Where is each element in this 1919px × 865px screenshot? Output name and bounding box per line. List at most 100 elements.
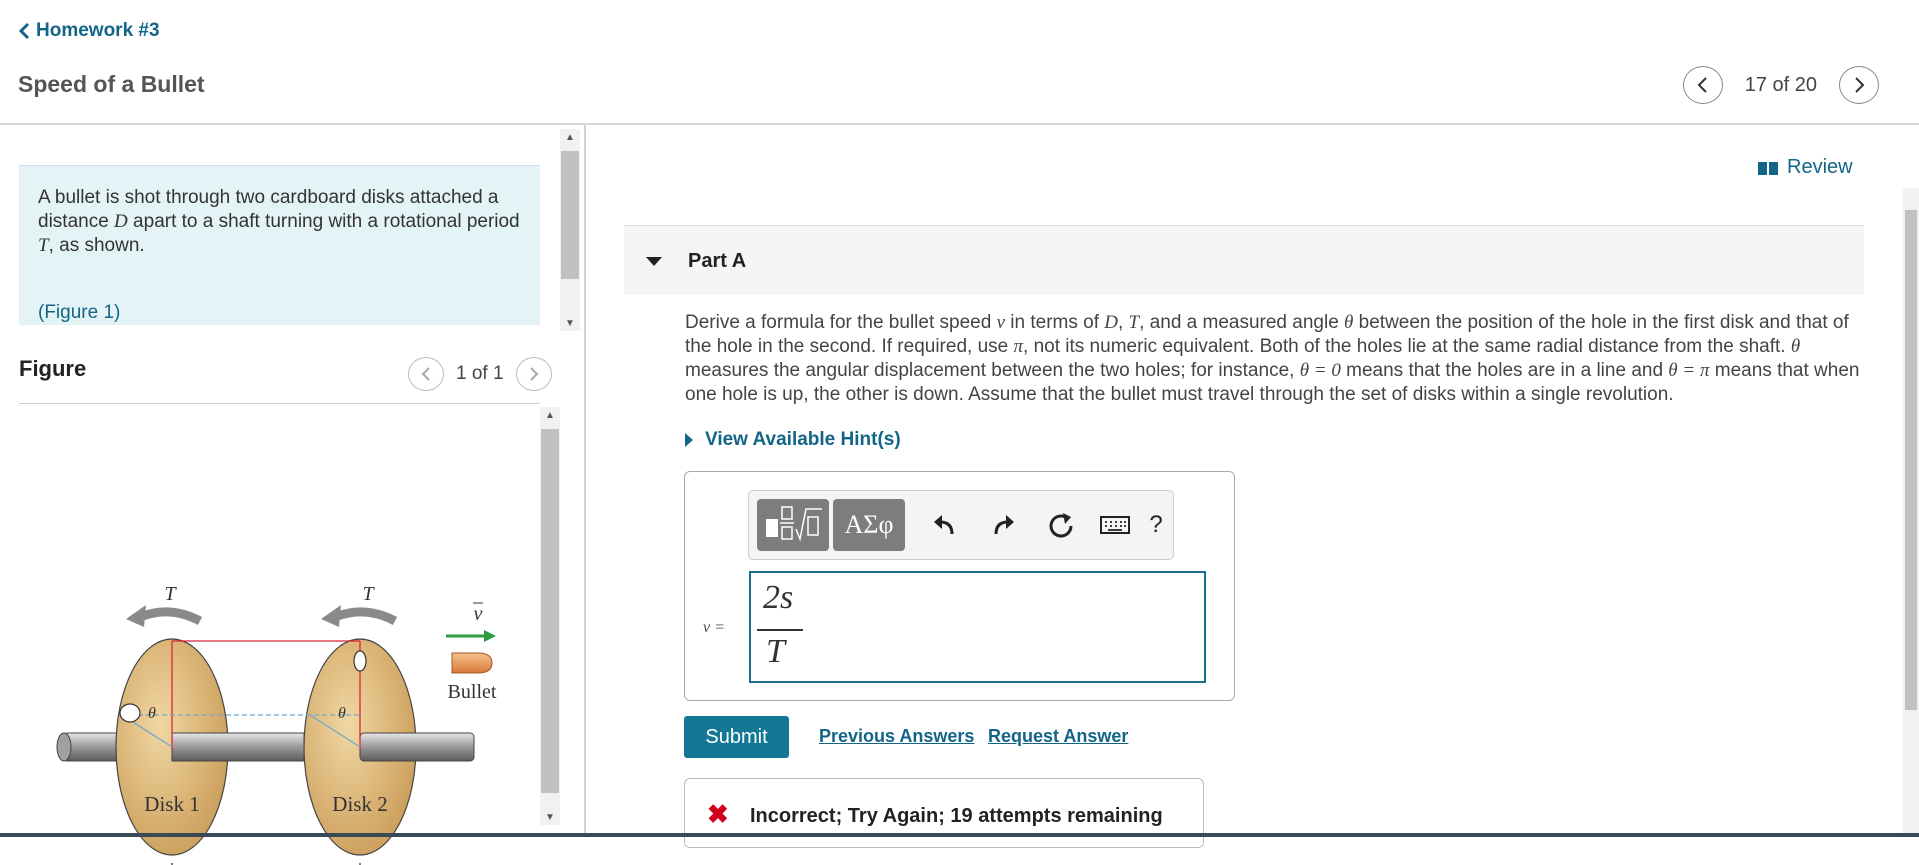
torque-label-right: T — [362, 583, 375, 605]
templates-button[interactable] — [757, 499, 829, 551]
scrollbar-thumb[interactable] — [1905, 210, 1917, 710]
figure-counter: 1 of 1 — [456, 363, 504, 384]
help-label: ? — [1149, 511, 1163, 538]
figure-navigation: 1 of 1 — [408, 357, 552, 391]
var-D: D — [1104, 312, 1118, 333]
help-button[interactable]: ? — [1143, 499, 1169, 551]
fraction-bar — [757, 629, 803, 631]
bullet-shape — [451, 652, 493, 674]
velocity-label: v — [474, 603, 483, 625]
equation-theta-pi: θ = π — [1668, 360, 1710, 381]
answer-panel: ΑΣφ ? v = 2s T — [684, 471, 1235, 701]
disk-1-label: Disk 1 — [144, 792, 199, 816]
chevron-left-icon — [1697, 77, 1707, 93]
view-hints-toggle[interactable]: View Available Hint(s) — [685, 429, 901, 451]
previous-answers-link[interactable]: Previous Answers — [819, 726, 974, 747]
scroll-up-arrow-icon[interactable]: ▲ — [540, 407, 560, 423]
var-T: T — [38, 235, 49, 256]
theta-label-right: θ — [338, 705, 346, 722]
var-theta: θ — [1344, 312, 1354, 333]
shaft-left-end — [56, 732, 72, 762]
item-navigation: 17 of 20 — [1682, 66, 1879, 104]
next-item-button[interactable] — [1839, 66, 1879, 104]
chevron-left-icon — [421, 367, 430, 381]
chevron-right-icon — [1855, 77, 1865, 93]
intro-scrollbar[interactable]: ▲ ▼ — [560, 129, 580, 331]
request-answer-link[interactable]: Request Answer — [988, 726, 1128, 747]
pane-divider — [584, 125, 586, 837]
redo-icon — [994, 515, 1014, 535]
x-icon: ✖ — [707, 799, 729, 829]
scroll-down-arrow-icon[interactable]: ▼ — [540, 809, 560, 825]
hole-disk-2 — [353, 650, 367, 672]
symbols-button[interactable]: ΑΣφ — [833, 499, 905, 551]
scrollbar-thumb[interactable] — [541, 429, 559, 793]
var-pi: π — [1013, 336, 1024, 357]
fraction-sqrt-template-icon — [766, 506, 822, 542]
collapse-triangle-icon[interactable] — [646, 257, 662, 266]
problem-pane: A bullet is shot through two cardboard d… — [0, 125, 584, 865]
review-link[interactable]: Review — [1757, 156, 1853, 179]
bottom-bar — [0, 833, 1919, 837]
disk-2-label: Disk 2 — [332, 792, 387, 816]
answer-numerator: 2s — [763, 579, 794, 616]
hole-disk-1 — [119, 703, 141, 723]
scroll-up-arrow-icon[interactable]: ▲ — [560, 129, 580, 145]
undo-button[interactable] — [925, 499, 965, 551]
undo-icon — [934, 515, 954, 535]
equation-label: v = — [703, 619, 725, 636]
question-text: Derive a formula for the bullet speed v … — [685, 311, 1865, 407]
shaft-segment — [171, 732, 305, 762]
figure-1-link[interactable]: (Figure 1) — [38, 302, 120, 324]
var-T: T — [1128, 312, 1140, 333]
keyboard-icon — [1100, 516, 1130, 534]
part-a-header[interactable]: Part A — [624, 225, 1864, 295]
torque-label-left: T — [164, 583, 177, 605]
part-label: Part A — [688, 250, 747, 272]
figure-scrollbar[interactable]: ▲ ▼ — [540, 407, 560, 825]
next-figure-button[interactable] — [515, 357, 552, 391]
keyboard-button[interactable] — [1095, 499, 1135, 551]
chevron-right-icon — [529, 367, 538, 381]
scrollbar-thumb[interactable] — [561, 151, 579, 279]
question-text-part: means that the holes are in a line and — [1340, 360, 1669, 381]
answer-denominator: T — [766, 633, 785, 670]
rotation-arrow-icon — [138, 607, 203, 626]
shaft-segment — [359, 732, 475, 762]
math-toolbar: ΑΣφ ? — [748, 490, 1174, 560]
review-label: Review — [1787, 156, 1853, 178]
velocity-arrow-icon — [484, 630, 496, 642]
hints-label: View Available Hint(s) — [705, 429, 901, 450]
reset-button[interactable] — [1041, 499, 1081, 551]
feedback-message: Incorrect; Try Again; 19 attempts remain… — [750, 805, 1163, 827]
rotation-arrow-icon — [333, 607, 398, 626]
item-counter: 17 of 20 — [1744, 73, 1817, 96]
previous-figure-button[interactable] — [408, 357, 444, 391]
question-text-part: measures the angular displacement betwee… — [685, 360, 1300, 381]
submit-button[interactable]: Submit — [684, 716, 789, 758]
question-text-part: Derive a formula for the bullet speed — [685, 312, 997, 333]
book-icon — [1758, 161, 1778, 175]
back-to-assignment-link[interactable]: Homework #3 — [18, 20, 160, 42]
bullet-disks-figure: T T v Bullet θ θ Disk 1 Disk 2 D — [56, 583, 497, 865]
problem-intro-text: A bullet is shot through two cardboard d… — [38, 186, 528, 258]
var-D: D — [114, 211, 128, 232]
back-link-label: Homework #3 — [36, 20, 160, 41]
answer-input[interactable]: 2s T — [749, 571, 1206, 683]
rotation-arrow-icon — [126, 605, 146, 627]
feedback-panel: ✖ Incorrect; Try Again; 19 attempts rema… — [684, 778, 1204, 848]
reset-icon — [1049, 513, 1073, 538]
previous-item-button[interactable] — [1682, 66, 1723, 104]
expand-triangle-icon — [685, 433, 693, 447]
theta-label-left: θ — [148, 705, 156, 722]
problem-intro: A bullet is shot through two cardboard d… — [19, 165, 540, 325]
redo-button[interactable] — [983, 499, 1023, 551]
scroll-down-arrow-icon[interactable]: ▼ — [560, 315, 580, 331]
question-text-part: , — [1117, 312, 1129, 333]
equation-theta-zero: θ = 0 — [1299, 360, 1341, 381]
symbols-label: ΑΣφ — [844, 510, 894, 539]
main-scrollbar[interactable] — [1903, 188, 1919, 837]
figure-divider — [19, 403, 540, 404]
page-title: Speed of a Bullet — [18, 71, 205, 97]
rotation-arrow-icon — [321, 605, 341, 627]
